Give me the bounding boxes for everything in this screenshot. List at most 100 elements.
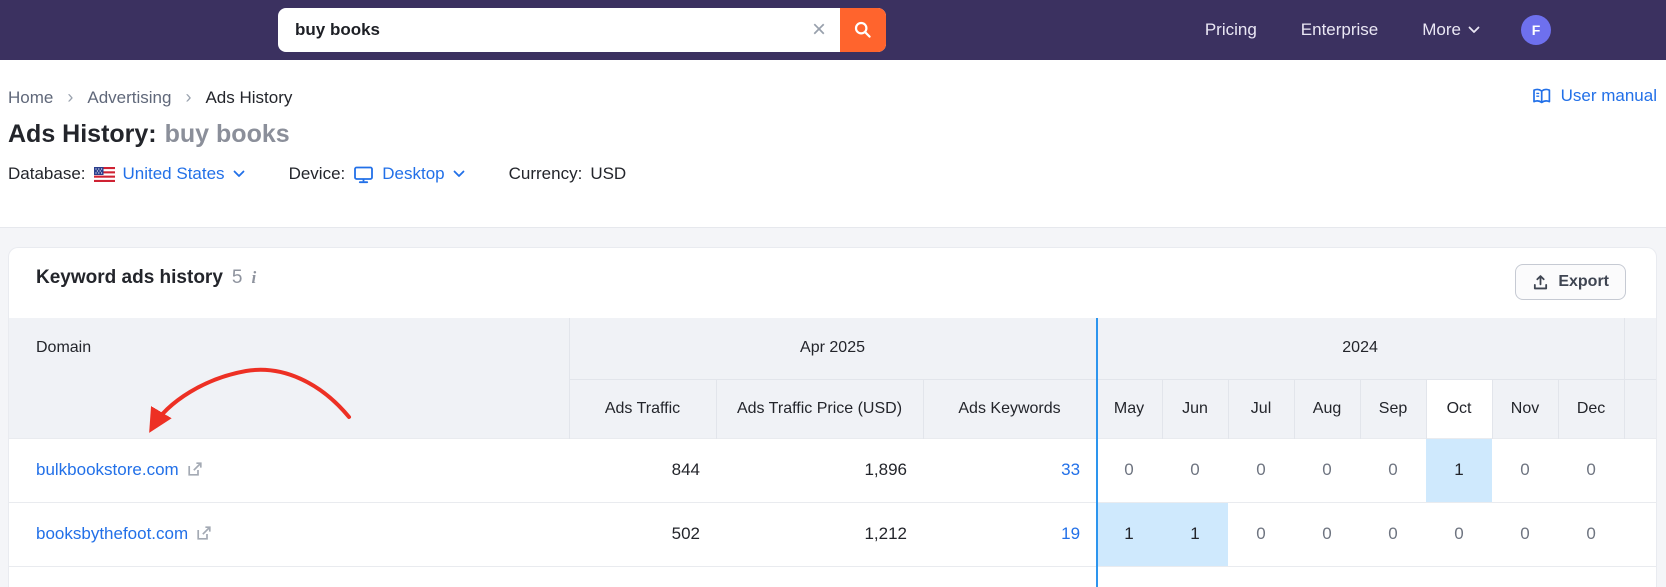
currency-filter: Currency: USD [509,164,627,184]
month-header-jul: Jul [1227,379,1295,438]
month-value-cell: 0 [1228,437,1295,502]
chevron-down-icon [1468,26,1480,33]
device-filter: Device: Desktop [289,164,465,184]
month-value-cell: 1 [1426,437,1493,502]
month-header-jan: Jan [1623,379,1656,438]
month-value-cell: 0 [1492,437,1559,502]
breadcrumb-separator: › [185,87,192,107]
card-title-text: Keyword ads history [36,267,223,288]
breadcrumb-advertising[interactable]: Advertising [87,88,171,108]
ads-keywords-link[interactable]: 33 [1061,460,1080,479]
table-row: booksbythefoot.com5021,21219110000000 [9,501,1656,566]
database-label: Database: [8,164,86,183]
month-value-cell: 0 [1294,501,1361,566]
ads-history-page: × Pricing Enterprise More F Home › [0,0,1666,587]
month-value-cell: 0 [1558,501,1625,566]
external-link-icon[interactable] [187,461,203,477]
month-value-cell: 0 [1492,501,1559,566]
chevron-down-icon [233,170,244,177]
domain-link[interactable]: booksbythefoot.com [36,524,188,543]
breadcrumb-separator: › [67,87,74,107]
month-value-cell: 0 [1624,437,1656,502]
ads-keywords-header: Ads Keywords [922,379,1097,438]
month-value-cell: 0 [1096,437,1163,502]
ads-traffic-cell: 502 [569,501,716,566]
clear-search-icon[interactable]: × [798,8,840,52]
database-filter: Database: United States [8,164,245,184]
user-manual-link[interactable]: User manual [1532,86,1657,106]
ads-traffic-header: Ads Traffic [568,379,716,438]
search-input[interactable] [278,20,798,40]
nav-item-more-label: More [1422,20,1461,39]
filters-bar: Database: United States Device: Desktop … [8,164,626,184]
ads-traffic-price-cell: 1,896 [716,437,923,502]
search-icon [854,21,871,38]
ads-keywords-cell: 19 [923,501,1097,566]
domain-column-header: Domain [9,318,569,438]
table-row: bulkbookstore.com8441,89633000001000 [9,437,1656,502]
device-label: Device: [288,164,346,183]
domain-link[interactable]: bulkbookstore.com [36,460,179,479]
month-header-may: May [1095,379,1163,438]
external-link-icon[interactable] [196,525,212,541]
page-header-section: Home › Advertising › Ads History User ma… [0,60,1666,227]
user-manual-label: User manual [1560,86,1657,105]
month-section-divider [1096,318,1098,587]
ads-history-table: Domain Apr 2025 2024 Ads Traffic Ads Tra… [9,318,1656,587]
page-title-prefix: Ads History: [8,120,157,148]
currency-value: USD [590,164,627,183]
page-title: Ads History: buy books [8,120,290,149]
ads-keywords-cell: 33 [923,437,1097,502]
month-header-nov: Nov [1491,379,1559,438]
nav-item-pricing[interactable]: Pricing [1205,20,1257,40]
month-value-cell: 0 [1426,501,1493,566]
ads-traffic-cell: 844 [569,437,716,502]
navbar-links: Pricing Enterprise More [1205,0,1480,60]
breadcrumb-home[interactable]: Home [8,88,53,108]
export-button[interactable]: Export [1515,264,1626,300]
card-header: Keyword ads history 5 i Export [9,248,1656,318]
database-value: United States [122,164,225,183]
result-count: 5 [231,267,243,288]
month-header-jun: Jun [1161,379,1229,438]
keyword-ads-history-card: Keyword ads history 5 i Export Domain Ap… [8,247,1657,587]
ads-keywords-link[interactable]: 19 [1061,524,1080,543]
search-button[interactable] [840,8,886,52]
export-icon [1534,274,1548,289]
nav-item-enterprise[interactable]: Enterprise [1301,20,1378,40]
export-label: Export [1558,273,1609,290]
month-value-cell: 0 [1228,501,1295,566]
month-value-cell: 0 [1360,437,1427,502]
breadcrumb: Home › Advertising › Ads History [8,87,292,108]
month-value-cell: 0 [1294,437,1361,502]
empty-cell [9,565,1656,587]
device-selector[interactable]: Desktop [353,164,465,184]
info-icon[interactable]: i [251,268,256,288]
column-group-next [1623,318,1656,380]
desktop-icon [354,166,374,183]
page-title-keyword: buy books [164,120,290,148]
top-navbar: × Pricing Enterprise More F [0,0,1666,60]
month-header-oct: Oct [1425,379,1493,438]
month-value-cell: 1 [1162,501,1229,566]
us-flag-icon [93,166,115,182]
book-icon [1532,88,1550,103]
chevron-down-icon [453,170,465,177]
device-value: Desktop [382,164,445,183]
month-value-cell: 0 [1162,437,1229,502]
nav-item-more[interactable]: More [1422,20,1480,40]
month-header-aug: Aug [1293,379,1361,438]
domain-cell: booksbythefoot.com [9,501,569,566]
database-selector[interactable]: United States [93,164,245,184]
ads-traffic-price-cell: 1,212 [716,501,923,566]
column-group-apr-2025: Apr 2025 [568,318,1097,380]
ads-traffic-price-header: Ads Traffic Price (USD) [715,379,923,438]
card-title: Keyword ads history 5 i [36,267,256,289]
breadcrumb-ads-history: Ads History [205,87,293,107]
domain-cell: bulkbookstore.com [9,437,569,502]
month-value-cell: 1 [1096,501,1163,566]
month-value-cell: 0 [1624,501,1656,566]
column-group-2024: 2024 [1095,318,1625,380]
table-row-partial [9,565,1656,587]
avatar[interactable]: F [1521,15,1551,45]
